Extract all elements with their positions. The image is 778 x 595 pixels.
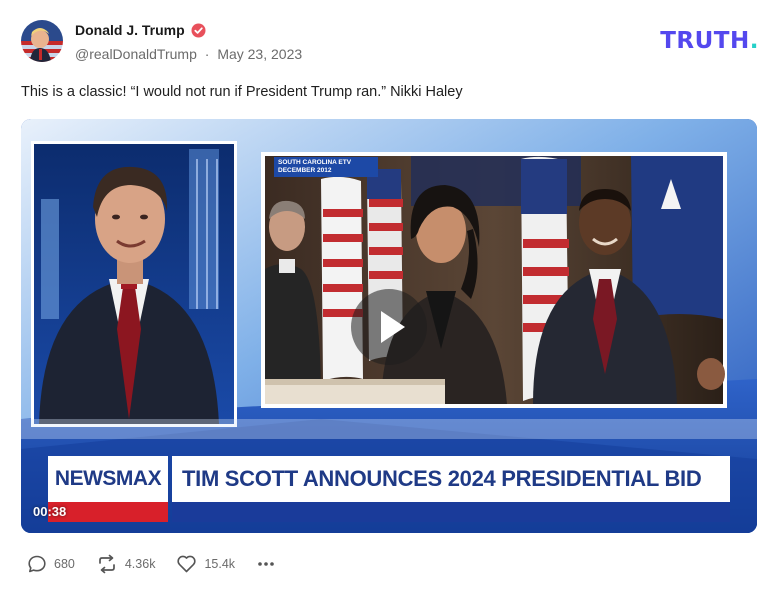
inset-source-label: SOUTH CAROLINA ETV DECEMBER 2012 <box>274 157 378 177</box>
video-player[interactable]: SOUTH CAROLINA ETV DECEMBER 2012 NEWSMAX… <box>21 119 757 533</box>
retruth-icon <box>99 554 115 574</box>
truth-logo[interactable]: TRUTH. <box>660 28 759 54</box>
handle-row: @realDonaldTrump · May 23, 2023 <box>75 46 302 62</box>
inset-label-line2: DECEMBER 2012 <box>278 167 332 174</box>
more-icon <box>258 562 274 566</box>
post-date[interactable]: May 23, 2023 <box>217 46 302 62</box>
network-logo: NEWSMAX <box>48 456 168 502</box>
meta-separator: · <box>204 46 210 62</box>
like-count: 15.4k <box>204 557 236 571</box>
more-options-button[interactable] <box>256 554 276 574</box>
network-name: NEWSMAX <box>54 467 162 490</box>
reply-button[interactable]: 680 <box>27 554 75 574</box>
author-row: Donald J. Trump <box>75 22 206 38</box>
verified-badge-icon <box>191 23 206 38</box>
chyron-headline: TIM SCOTT ANNOUNCES 2024 PRESIDENTIAL BI… <box>182 466 702 491</box>
retruth-button[interactable]: 4.36k <box>96 554 156 574</box>
chyron-headline-box: TIM SCOTT ANNOUNCES 2024 PRESIDENTIAL BI… <box>172 456 730 502</box>
play-icon <box>381 311 405 343</box>
play-button[interactable] <box>351 289 427 365</box>
video-timestamp: 00:38 <box>33 504 67 519</box>
chyron-sub-bar <box>172 502 730 522</box>
retruth-count: 4.36k <box>124 557 156 571</box>
brand-name: TRUTH <box>660 28 750 54</box>
reply-count: 680 <box>54 557 75 571</box>
author-handle[interactable]: @realDonaldTrump <box>75 46 197 62</box>
avatar[interactable] <box>21 20 63 62</box>
inset-label-line1: SOUTH CAROLINA ETV <box>278 159 352 166</box>
reply-icon <box>28 555 46 573</box>
heart-icon <box>177 555 197 573</box>
brand-dot: . <box>749 28 759 54</box>
news-chyron: NEWSMAX TIM SCOTT ANNOUNCES 2024 PRESIDE… <box>48 456 730 522</box>
post-text: This is a classic! “I would not run if P… <box>21 84 463 100</box>
like-button[interactable]: 15.4k <box>176 554 235 574</box>
author-name[interactable]: Donald J. Trump <box>75 22 185 38</box>
post-header: Donald J. Trump @realDonaldTrump · May 2… <box>21 20 759 66</box>
post-actions: 680 4.36k 15.4k <box>27 554 297 574</box>
